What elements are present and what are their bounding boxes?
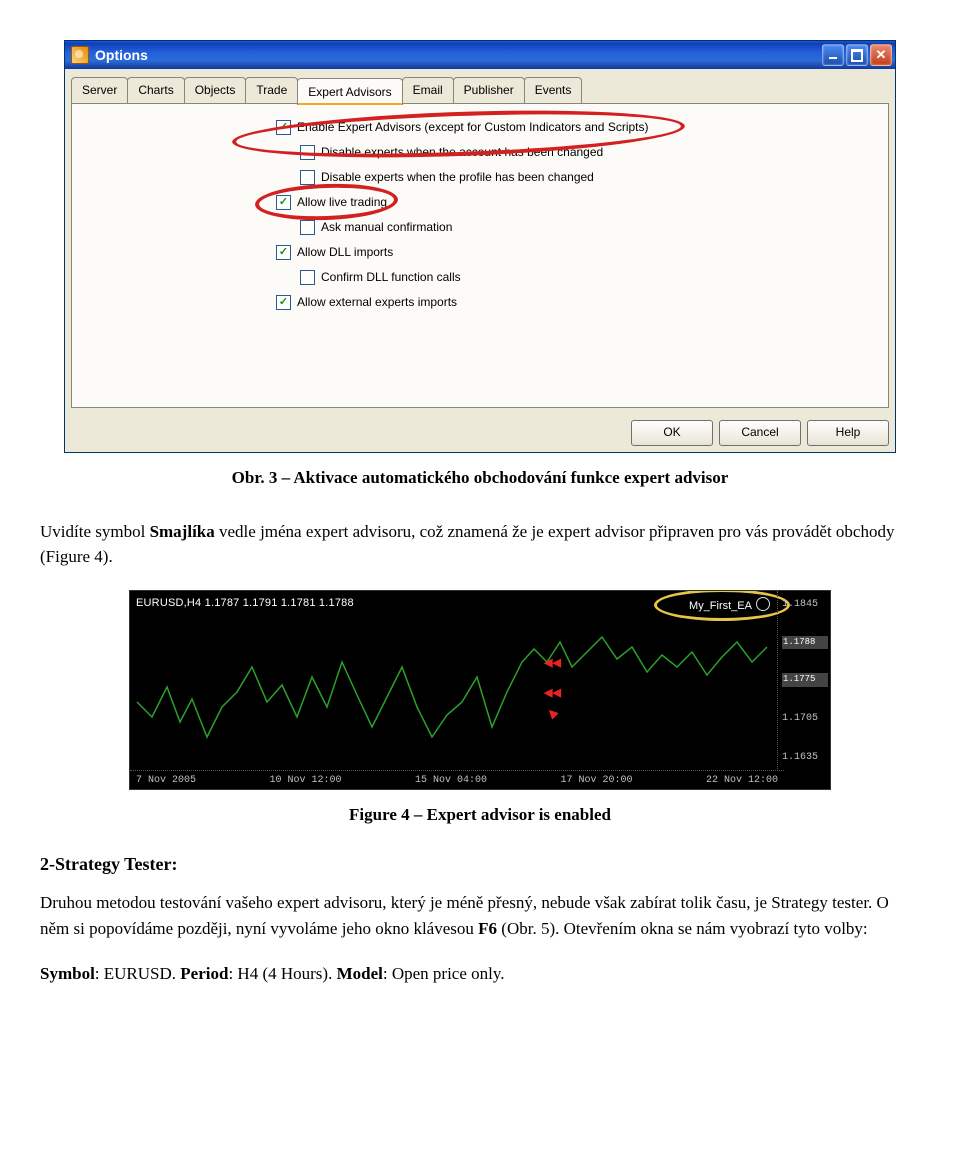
tab-server[interactable]: Server xyxy=(71,77,128,104)
help-button[interactable]: Help xyxy=(807,420,889,446)
maximize-button[interactable] xyxy=(846,44,868,66)
close-button[interactable]: ✕ xyxy=(870,44,892,66)
chart-screenshot: EURUSD,H4 1.1787 1.1791 1.1781 1.1788 My… xyxy=(129,590,831,790)
figure3-caption: Obr. 3 – Aktivace automatického obchodov… xyxy=(40,465,920,491)
check-label: Disable experts when the account has bee… xyxy=(321,143,603,161)
check-allow-dll[interactable]: ✓ Allow DLL imports xyxy=(276,243,874,261)
checkbox-icon[interactable] xyxy=(300,145,315,160)
check-disable-on-profile[interactable]: Disable experts when the profile has bee… xyxy=(276,168,874,186)
options-list: ✓ Enable Expert Advisors (except for Cus… xyxy=(86,118,874,311)
window-title: Options xyxy=(95,45,148,66)
check-label: Allow external experts imports xyxy=(297,293,457,311)
tab-objects[interactable]: Objects xyxy=(184,77,247,104)
checkbox-icon[interactable]: ✓ xyxy=(276,195,291,210)
checkbox-icon[interactable]: ✓ xyxy=(276,295,291,310)
button-bar: OK Cancel Help xyxy=(65,414,895,452)
check-ask-confirmation[interactable]: Ask manual confirmation xyxy=(276,218,874,236)
titlebar[interactable]: Options ✕ xyxy=(65,41,895,69)
y-axis: 1.1845 1.1788 1.1775 1.1705 1.1635 xyxy=(777,591,830,771)
x-axis: 7 Nov 2005 10 Nov 12:00 15 Nov 04:00 17 … xyxy=(130,770,784,789)
tab-email[interactable]: Email xyxy=(402,77,454,104)
tab-trade[interactable]: Trade xyxy=(245,77,298,104)
checkbox-icon[interactable] xyxy=(300,170,315,185)
tab-events[interactable]: Events xyxy=(524,77,583,104)
price-line xyxy=(132,607,772,767)
check-label: Ask manual confirmation xyxy=(321,218,452,236)
check-disable-on-account[interactable]: Disable experts when the account has bee… xyxy=(276,143,874,161)
check-allow-live-trading[interactable]: ✓ Allow live trading xyxy=(276,193,874,211)
checkbox-icon[interactable]: ✓ xyxy=(276,120,291,135)
check-allow-external[interactable]: ✓ Allow external experts imports xyxy=(276,293,874,311)
minimize-button[interactable] xyxy=(822,44,844,66)
options-dialog: Options ✕ Server Charts Objects Trade Ex… xyxy=(64,40,896,453)
trade-marker-icon: ◀◀ xyxy=(544,655,561,672)
tab-publisher[interactable]: Publisher xyxy=(453,77,525,104)
cancel-button[interactable]: Cancel xyxy=(719,420,801,446)
section-2-heading: 2-Strategy Tester: xyxy=(40,851,920,878)
paragraph-3: Symbol: EURUSD. Period: H4 (4 Hours). Mo… xyxy=(40,961,920,987)
check-confirm-dll[interactable]: Confirm DLL function calls xyxy=(276,268,874,286)
paragraph-2: Druhou metodou testování vašeho expert a… xyxy=(40,890,920,941)
check-label: Confirm DLL function calls xyxy=(321,268,461,286)
app-icon xyxy=(71,46,89,64)
check-label: Disable experts when the profile has bee… xyxy=(321,168,594,186)
tab-panel: ✓ Enable Expert Advisors (except for Cus… xyxy=(71,104,889,408)
check-label: Allow live trading xyxy=(297,193,387,211)
figure4-caption: Figure 4 – Expert advisor is enabled xyxy=(40,802,920,828)
ok-button[interactable]: OK xyxy=(631,420,713,446)
checkbox-icon[interactable] xyxy=(300,270,315,285)
checkbox-icon[interactable] xyxy=(300,220,315,235)
trade-marker-icon: ◀◀ xyxy=(544,685,561,702)
checkbox-icon[interactable]: ✓ xyxy=(276,245,291,260)
tab-charts[interactable]: Charts xyxy=(127,77,184,104)
check-enable-ea[interactable]: ✓ Enable Expert Advisors (except for Cus… xyxy=(276,118,874,136)
check-label: Enable Expert Advisors (except for Custo… xyxy=(297,118,649,136)
tab-expert-advisors[interactable]: Expert Advisors xyxy=(297,78,402,105)
tabstrip: Server Charts Objects Trade Expert Advis… xyxy=(65,69,895,104)
paragraph-1: Uvidíte symbol Smajlíka vedle jména expe… xyxy=(40,519,920,570)
check-label: Allow DLL imports xyxy=(297,243,393,261)
